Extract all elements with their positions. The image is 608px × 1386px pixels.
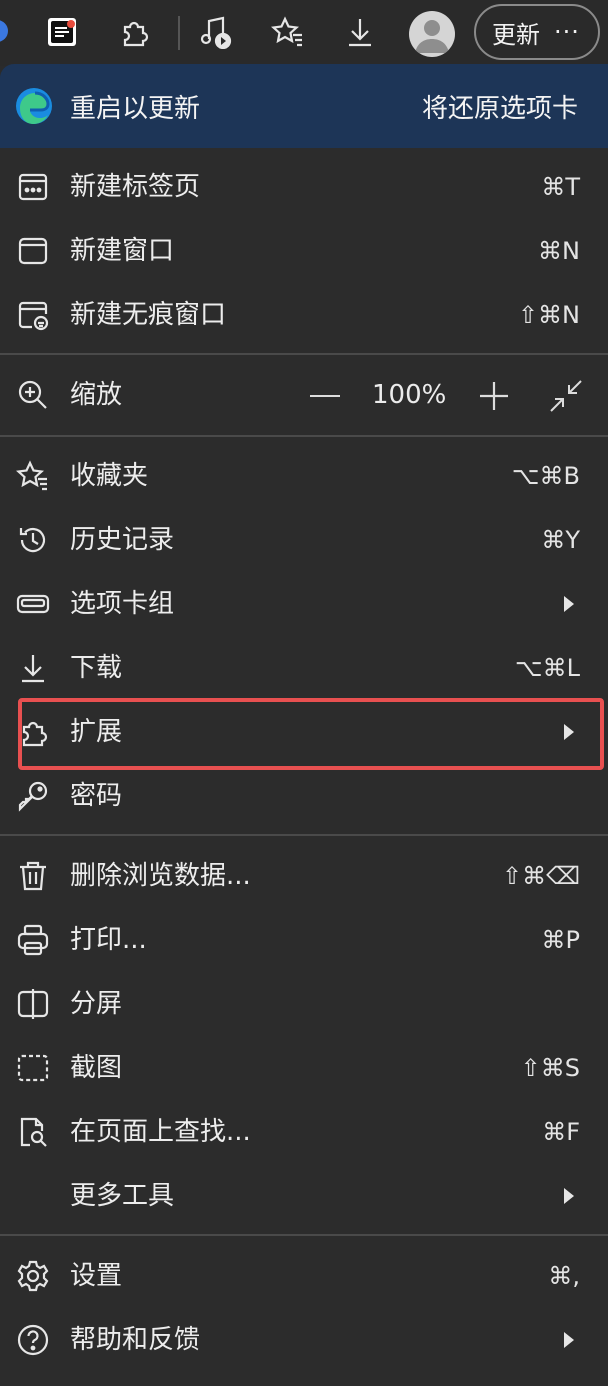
menu-item-settings[interactable]: 设置 ⌘, (0, 1245, 608, 1307)
menu-item-label: 在页面上查找... (70, 1117, 251, 1147)
menu-item-label: 更多工具 (70, 1181, 175, 1211)
fullscreen-icon[interactable] (548, 378, 584, 414)
menu-divider (0, 1234, 608, 1236)
zoom-icon (16, 378, 50, 412)
menu-item-label: 截图 (70, 1053, 123, 1083)
menu-item-tab-groups[interactable]: 选项卡组 (0, 573, 608, 635)
menu-item-new-window[interactable]: 新建窗口 ⌘N (0, 220, 608, 282)
menu-item-label: 收藏夹 (70, 461, 149, 491)
download-icon (16, 651, 50, 685)
menu-item-shortcut: ⇧⌘⌫ (501, 862, 580, 890)
menu-item-label: 选项卡组 (70, 589, 175, 619)
zoom-in-button[interactable] (478, 380, 510, 412)
banner-title: 重启以更新 (70, 94, 201, 124)
browser-toolbar: 更新 ··· (0, 0, 608, 66)
menu-item-find[interactable]: 在页面上查找... ⌘F (0, 1101, 608, 1163)
find-in-page-icon (16, 1115, 50, 1149)
restart-update-banner[interactable]: 重启以更新 将还原选项卡 (0, 64, 608, 148)
menu-item-downloads[interactable]: 下载 ⌥⌘L (0, 637, 608, 699)
menu-item-shortcut: ⇧⌘N (517, 301, 580, 329)
printer-icon (16, 923, 50, 957)
new-window-icon (16, 234, 50, 268)
submenu-arrow-icon (564, 596, 574, 612)
submenu-arrow-icon (564, 1188, 574, 1204)
banner-action[interactable]: 将还原选项卡 (422, 88, 578, 125)
menu-item-help[interactable]: 帮助和反馈 (0, 1309, 608, 1371)
menu-item-new-inprivate[interactable]: 新建无痕窗口 ⇧⌘N (0, 284, 608, 346)
zoom-out-button[interactable] (310, 395, 340, 397)
menu-divider (0, 353, 608, 355)
menu-item-shortcut: ⌥⌘B (511, 462, 580, 490)
update-button[interactable]: 更新 ··· (474, 4, 600, 60)
menu-divider (0, 435, 608, 437)
menu-item-screenshot[interactable]: 截图 ⇧⌘S (0, 1037, 608, 1099)
gear-icon (16, 1259, 50, 1293)
menu-item-label: 密码 (70, 781, 123, 811)
menu-item-shortcut: ⌥⌘L (514, 654, 580, 682)
menu-item-shortcut: ⌘P (541, 926, 580, 954)
menu-item-label: 下载 (70, 653, 123, 683)
menu-item-zoom: 缩放 (0, 364, 608, 426)
menu-item-shortcut: ⌘T (541, 173, 580, 201)
zoom-value: 100% (372, 380, 447, 410)
menu-item-split-screen[interactable]: 分屏 (0, 973, 608, 1035)
favorites-icon[interactable] (268, 12, 308, 52)
favorites-star-icon (16, 459, 50, 493)
extensions-highlight-box (18, 698, 604, 770)
menu-item-shortcut: ⌘, (548, 1262, 580, 1290)
download-icon[interactable] (340, 12, 380, 52)
edge-logo-icon (16, 88, 52, 124)
split-screen-icon (16, 987, 50, 1021)
menu-item-label: 帮助和反馈 (70, 1325, 201, 1355)
trash-icon (16, 859, 50, 893)
new-tab-icon (16, 170, 50, 204)
menu-item-label: 历史记录 (70, 525, 175, 555)
menu-item-shortcut: ⌘Y (541, 526, 580, 554)
update-button-label: 更新 (492, 20, 540, 49)
menu-divider (0, 834, 608, 836)
menu-item-history[interactable]: 历史记录 ⌘Y (0, 509, 608, 571)
menu-item-passwords[interactable]: 密码 (0, 765, 608, 827)
more-options-icon: ··· (554, 18, 580, 46)
help-icon (16, 1323, 50, 1357)
reader-icon[interactable] (42, 12, 82, 52)
tab-groups-icon (16, 587, 50, 621)
menu-item-favorites[interactable]: 收藏夹 ⌥⌘B (0, 445, 608, 507)
menu-item-print[interactable]: 打印... ⌘P (0, 909, 608, 971)
menu-item-label: 设置 (70, 1261, 123, 1291)
menu-item-shortcut: ⇧⌘S (520, 1054, 580, 1082)
menu-item-label: 删除浏览数据... (70, 861, 251, 891)
edge-dot[interactable] (0, 20, 8, 42)
history-icon (16, 523, 50, 557)
menu-item-shortcut: ⌘N (538, 237, 580, 265)
menu-item-shortcut: ⌘F (542, 1118, 580, 1146)
extensions-icon[interactable] (114, 12, 154, 52)
menu-item-new-tab[interactable]: 新建标签页 ⌘T (0, 156, 608, 218)
toolbar-separator (178, 16, 180, 50)
menu-item-label: 打印... (70, 925, 147, 955)
menu-item-label: 新建无痕窗口 (70, 300, 227, 330)
menu-item-label: 新建窗口 (70, 236, 175, 266)
menu-item-clear-data[interactable]: 删除浏览数据... ⇧⌘⌫ (0, 845, 608, 907)
media-icon[interactable] (196, 12, 236, 52)
menu-item-label: 新建标签页 (70, 172, 201, 202)
key-icon (16, 779, 50, 813)
inprivate-window-icon (16, 298, 50, 332)
profile-avatar[interactable] (409, 11, 455, 57)
menu-item-label: 缩放 (70, 380, 123, 410)
screenshot-scissors-icon (16, 1051, 50, 1085)
submenu-arrow-icon (564, 1332, 574, 1348)
menu-item-more-tools[interactable]: 更多工具 (0, 1165, 608, 1227)
menu-item-label: 分屏 (70, 989, 123, 1019)
